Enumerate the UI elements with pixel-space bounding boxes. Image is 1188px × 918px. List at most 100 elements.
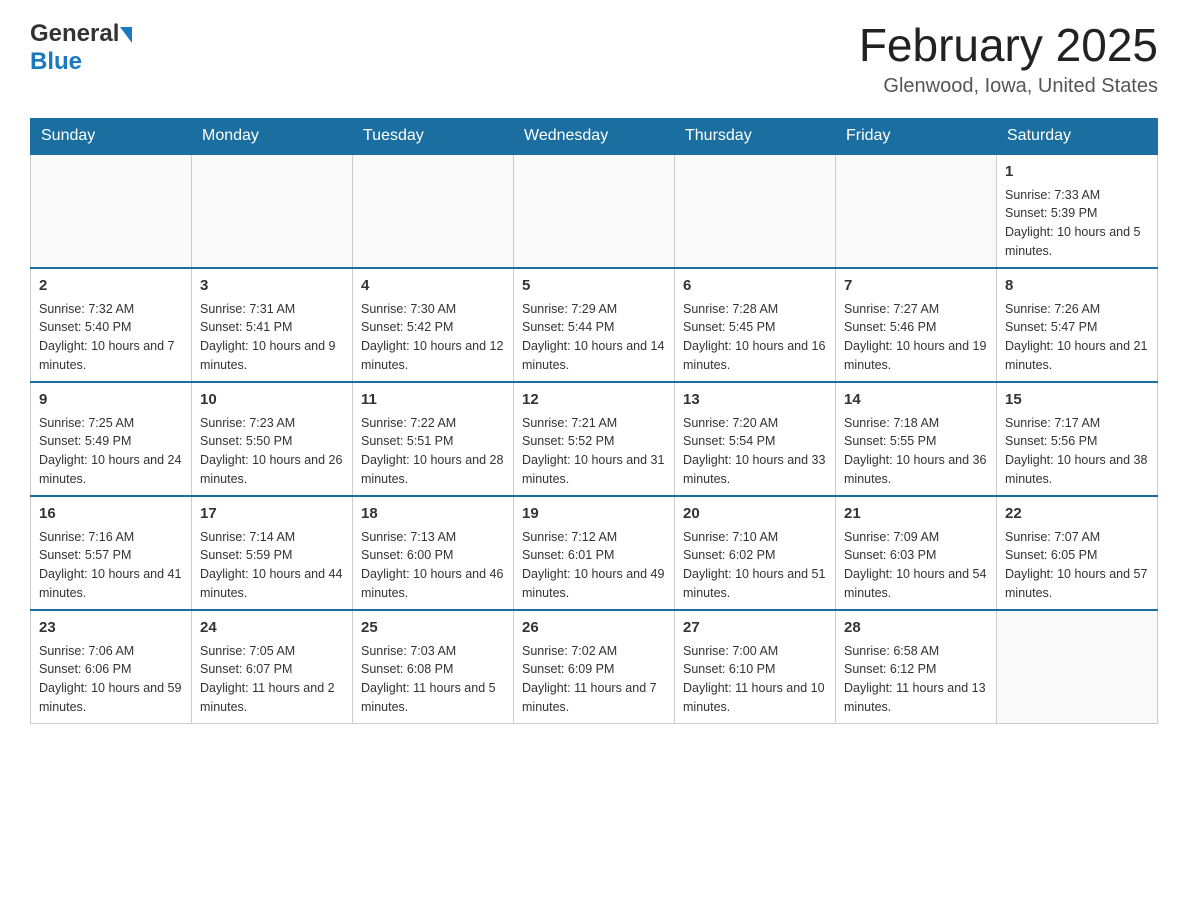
page-title: February 2025 [859, 20, 1158, 71]
page-header: General Blue February 2025 Glenwood, Iow… [30, 20, 1158, 98]
calendar-week-row: 23 Sunrise: 7:06 AM Sunset: 6:06 PM Dayli… [31, 610, 1158, 724]
day-number: 4 [361, 275, 505, 296]
day-of-week-header: Tuesday [353, 118, 514, 154]
calendar-day-cell: 18 Sunrise: 7:13 AM Sunset: 6:00 PM Dayli… [353, 496, 514, 610]
calendar-day-cell: 14 Sunrise: 7:18 AM Sunset: 5:55 PM Dayli… [836, 382, 997, 496]
calendar-day-cell [31, 154, 192, 268]
calendar-day-cell [514, 154, 675, 268]
day-info: Sunrise: 7:30 AM Sunset: 5:42 PM Dayligh… [361, 300, 505, 375]
day-info: Sunrise: 7:07 AM Sunset: 6:05 PM Dayligh… [1005, 528, 1149, 603]
calendar-day-cell: 22Sunrise: 7:07 AM Sunset: 6:05 PM Dayli… [997, 496, 1158, 610]
calendar-day-cell: 16 Sunrise: 7:16 AM Sunset: 5:57 PM Dayli… [31, 496, 192, 610]
day-number: 17 [200, 503, 344, 524]
day-number: 13 [683, 389, 827, 410]
day-info: Sunrise: 7:00 AM Sunset: 6:10 PM Dayligh… [683, 642, 827, 717]
location-subtitle: Glenwood, Iowa, United States [859, 75, 1158, 98]
calendar-day-cell: 9Sunrise: 7:25 AM Sunset: 5:49 PM Daylig… [31, 382, 192, 496]
day-info: Sunrise: 7:14 AM Sunset: 5:59 PM Dayligh… [200, 528, 344, 603]
day-info: Sunrise: 7:20 AM Sunset: 5:54 PM Dayligh… [683, 414, 827, 489]
day-number: 28 [844, 617, 988, 638]
day-number: 3 [200, 275, 344, 296]
calendar-day-cell [997, 610, 1158, 724]
day-number: 23 [39, 617, 183, 638]
day-number: 7 [844, 275, 988, 296]
day-of-week-header: Friday [836, 118, 997, 154]
logo: General Blue [30, 20, 132, 76]
day-number: 14 [844, 389, 988, 410]
day-number: 10 [200, 389, 344, 410]
day-number: 11 [361, 389, 505, 410]
day-info: Sunrise: 7:26 AM Sunset: 5:47 PM Dayligh… [1005, 300, 1149, 375]
day-info: Sunrise: 7:09 AM Sunset: 6:03 PM Dayligh… [844, 528, 988, 603]
calendar-day-cell: 27 Sunrise: 7:00 AM Sunset: 6:10 PM Dayli… [675, 610, 836, 724]
day-info: Sunrise: 7:05 AM Sunset: 6:07 PM Dayligh… [200, 642, 344, 717]
calendar-day-cell: 12Sunrise: 7:21 AM Sunset: 5:52 PM Dayli… [514, 382, 675, 496]
day-number: 6 [683, 275, 827, 296]
day-info: Sunrise: 7:06 AM Sunset: 6:06 PM Dayligh… [39, 642, 183, 717]
calendar-day-cell: 13 Sunrise: 7:20 AM Sunset: 5:54 PM Dayli… [675, 382, 836, 496]
day-of-week-header: Saturday [997, 118, 1158, 154]
day-info: Sunrise: 7:33 AM Sunset: 5:39 PM Dayligh… [1005, 186, 1149, 261]
calendar-table: SundayMondayTuesdayWednesdayThursdayFrid… [30, 118, 1158, 724]
calendar-day-cell: 15 Sunrise: 7:17 AM Sunset: 5:56 PM Dayli… [997, 382, 1158, 496]
day-info: Sunrise: 7:18 AM Sunset: 5:55 PM Dayligh… [844, 414, 988, 489]
calendar-day-cell: 26Sunrise: 7:02 AM Sunset: 6:09 PM Dayli… [514, 610, 675, 724]
calendar-day-cell: 2 Sunrise: 7:32 AM Sunset: 5:40 PM Daylig… [31, 268, 192, 382]
day-number: 8 [1005, 275, 1149, 296]
title-area: February 2025 Glenwood, Iowa, United Sta… [859, 20, 1158, 98]
day-number: 19 [522, 503, 666, 524]
day-number: 25 [361, 617, 505, 638]
calendar-day-cell: 6 Sunrise: 7:28 AM Sunset: 5:45 PM Daylig… [675, 268, 836, 382]
day-number: 24 [200, 617, 344, 638]
day-info: Sunrise: 7:10 AM Sunset: 6:02 PM Dayligh… [683, 528, 827, 603]
calendar-day-cell: 21 Sunrise: 7:09 AM Sunset: 6:03 PM Dayli… [836, 496, 997, 610]
day-number: 26 [522, 617, 666, 638]
day-number: 1 [1005, 161, 1149, 182]
day-info: Sunrise: 6:58 AM Sunset: 6:12 PM Dayligh… [844, 642, 988, 717]
day-info: Sunrise: 7:03 AM Sunset: 6:08 PM Dayligh… [361, 642, 505, 717]
calendar-week-row: 16 Sunrise: 7:16 AM Sunset: 5:57 PM Dayli… [31, 496, 1158, 610]
day-info: Sunrise: 7:22 AM Sunset: 5:51 PM Dayligh… [361, 414, 505, 489]
day-info: Sunrise: 7:31 AM Sunset: 5:41 PM Dayligh… [200, 300, 344, 375]
calendar-day-cell [353, 154, 514, 268]
calendar-day-cell: 17 Sunrise: 7:14 AM Sunset: 5:59 PM Dayli… [192, 496, 353, 610]
logo-triangle-icon [120, 27, 132, 43]
calendar-day-cell: 25 Sunrise: 7:03 AM Sunset: 6:08 PM Dayli… [353, 610, 514, 724]
calendar-day-cell: 23 Sunrise: 7:06 AM Sunset: 6:06 PM Dayli… [31, 610, 192, 724]
day-number: 15 [1005, 389, 1149, 410]
calendar-day-cell: 20 Sunrise: 7:10 AM Sunset: 6:02 PM Dayli… [675, 496, 836, 610]
logo-blue-text: Blue [30, 48, 82, 76]
calendar-day-cell: 19 Sunrise: 7:12 AM Sunset: 6:01 PM Dayli… [514, 496, 675, 610]
calendar-week-row: 2 Sunrise: 7:32 AM Sunset: 5:40 PM Daylig… [31, 268, 1158, 382]
calendar-week-row: 9Sunrise: 7:25 AM Sunset: 5:49 PM Daylig… [31, 382, 1158, 496]
day-of-week-header: Wednesday [514, 118, 675, 154]
calendar-day-cell: 8 Sunrise: 7:26 AM Sunset: 5:47 PM Daylig… [997, 268, 1158, 382]
day-number: 16 [39, 503, 183, 524]
day-info: Sunrise: 7:28 AM Sunset: 5:45 PM Dayligh… [683, 300, 827, 375]
day-number: 18 [361, 503, 505, 524]
calendar-day-cell: 10 Sunrise: 7:23 AM Sunset: 5:50 PM Dayli… [192, 382, 353, 496]
day-info: Sunrise: 7:32 AM Sunset: 5:40 PM Dayligh… [39, 300, 183, 375]
day-info: Sunrise: 7:23 AM Sunset: 5:50 PM Dayligh… [200, 414, 344, 489]
calendar-day-cell [192, 154, 353, 268]
day-info: Sunrise: 7:17 AM Sunset: 5:56 PM Dayligh… [1005, 414, 1149, 489]
calendar-day-cell: 4 Sunrise: 7:30 AM Sunset: 5:42 PM Daylig… [353, 268, 514, 382]
calendar-week-row: 1 Sunrise: 7:33 AM Sunset: 5:39 PM Daylig… [31, 154, 1158, 268]
calendar-day-cell: 5Sunrise: 7:29 AM Sunset: 5:44 PM Daylig… [514, 268, 675, 382]
day-info: Sunrise: 7:12 AM Sunset: 6:01 PM Dayligh… [522, 528, 666, 603]
day-number: 5 [522, 275, 666, 296]
day-of-week-header: Sunday [31, 118, 192, 154]
day-info: Sunrise: 7:13 AM Sunset: 6:00 PM Dayligh… [361, 528, 505, 603]
day-number: 27 [683, 617, 827, 638]
calendar-day-cell [836, 154, 997, 268]
calendar-day-cell: 28 Sunrise: 6:58 AM Sunset: 6:12 PM Dayli… [836, 610, 997, 724]
day-info: Sunrise: 7:16 AM Sunset: 5:57 PM Dayligh… [39, 528, 183, 603]
day-number: 20 [683, 503, 827, 524]
day-number: 2 [39, 275, 183, 296]
calendar-day-cell: 7Sunrise: 7:27 AM Sunset: 5:46 PM Daylig… [836, 268, 997, 382]
day-info: Sunrise: 7:21 AM Sunset: 5:52 PM Dayligh… [522, 414, 666, 489]
calendar-day-cell: 1 Sunrise: 7:33 AM Sunset: 5:39 PM Daylig… [997, 154, 1158, 268]
day-info: Sunrise: 7:25 AM Sunset: 5:49 PM Dayligh… [39, 414, 183, 489]
calendar-day-cell: 11 Sunrise: 7:22 AM Sunset: 5:51 PM Dayli… [353, 382, 514, 496]
day-number: 21 [844, 503, 988, 524]
